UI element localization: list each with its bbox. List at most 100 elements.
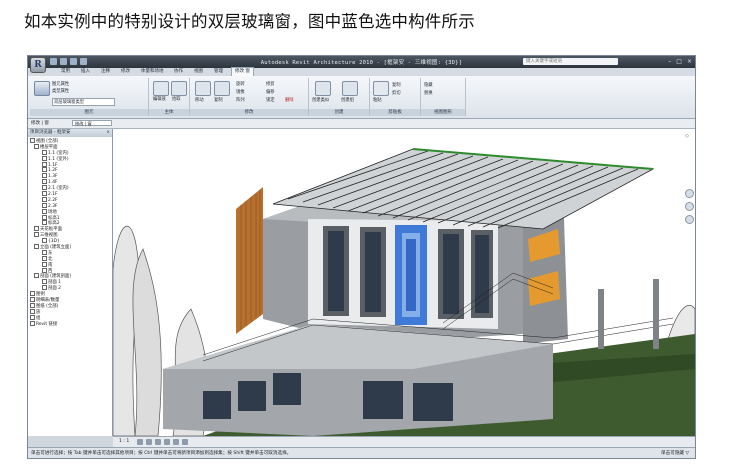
options-bar-label: 修改 | 窗 [31,121,49,126]
tab-home[interactable]: 常用 [58,68,73,76]
expand-toggle-icon[interactable] [34,226,39,232]
create-similar-icon[interactable] [315,81,331,96]
paste-button[interactable]: 粘贴 [373,97,382,103]
mirror-button[interactable]: 镜像 [236,89,245,95]
orbit-icon[interactable] [685,215,694,224]
detail-level-icon[interactable] [137,439,143,445]
expand-toggle-icon[interactable] [42,155,47,161]
create-similar-button[interactable]: 创建类似 [312,97,329,103]
offset-button[interactable]: 偏移 [266,89,275,95]
expand-toggle-icon[interactable] [42,261,47,267]
move-icon[interactable] [195,81,211,96]
cut-button[interactable]: 剪切 [392,90,401,96]
visual-style-icon[interactable] [146,439,152,445]
tab-view[interactable]: 视图 [191,68,206,76]
move-button[interactable]: 移动 [195,97,204,103]
viewcube-icon[interactable]: ◇ [685,133,689,139]
element-properties-button[interactable]: 图元属性 [52,81,69,87]
selected-double-glazed-window [395,225,427,325]
panel-title-element: 图元 [30,109,148,116]
pick-host-button[interactable]: 拾取 [172,96,181,102]
zoom-icon[interactable] [685,202,694,211]
expand-toggle-icon[interactable] [42,267,47,273]
tab-annotate[interactable]: 注释 [98,68,113,76]
panel-title-create: 创建 [309,109,369,116]
browser-tree-item[interactable]: Revit 链接 [28,320,112,327]
expand-toggle-icon[interactable] [42,196,47,202]
expand-toggle-icon[interactable] [34,244,39,250]
expand-toggle-icon[interactable] [42,220,47,226]
create-group-icon[interactable] [342,81,358,96]
tab-collaborate[interactable]: 协作 [171,68,186,76]
expand-toggle-icon[interactable] [34,232,39,238]
trim-button[interactable]: 修剪 [266,81,275,87]
array-button[interactable]: 阵列 [236,97,245,103]
shadows-icon[interactable] [155,439,161,445]
copy-button[interactable]: 复制 [214,97,223,103]
type-selector[interactable]: 双层玻璃窗类型 [52,98,115,106]
rotate-button[interactable]: 旋转 [236,81,245,87]
pick-host-icon[interactable] [171,81,187,96]
expand-toggle-icon[interactable] [42,255,47,261]
expand-toggle-icon[interactable] [42,208,47,214]
expand-toggle-icon[interactable] [42,202,47,208]
expand-toggle-icon[interactable] [42,238,47,244]
tab-modify[interactable]: 修改 [118,68,133,76]
expand-toggle-icon[interactable] [30,302,35,308]
tab-manage[interactable]: 管理 [211,68,226,76]
reveal-hidden-icon[interactable] [182,439,188,445]
close-icon[interactable]: × [106,129,110,137]
expand-toggle-icon[interactable] [30,297,35,303]
minimize-button[interactable]: – [668,58,671,65]
browser-tree-item-label: 族 [36,309,41,315]
expand-toggle-icon[interactable] [42,161,47,167]
expand-toggle-icon[interactable] [42,149,47,155]
clipboard-copy-button[interactable]: 复制 [392,82,401,88]
edit-family-button[interactable]: 编辑族 [153,96,166,102]
lock-button[interactable]: 锁定 [266,97,275,103]
expand-toggle-icon[interactable] [42,167,47,173]
expand-toggle-icon[interactable] [30,314,35,320]
expand-toggle-icon[interactable] [42,249,47,255]
expand-toggle-icon[interactable] [34,143,39,149]
search-input[interactable]: 键入关键字或短语 [523,58,618,65]
element-properties-icon[interactable] [34,81,50,96]
expand-toggle-icon[interactable] [42,179,47,185]
expand-toggle-icon[interactable] [42,279,47,285]
edit-family-icon[interactable] [153,81,169,96]
3d-viewport[interactable]: ◇ [113,129,695,436]
view-scale[interactable]: 1 : 1 [119,437,129,447]
expand-toggle-icon[interactable] [42,173,47,179]
maximize-button[interactable]: □ [676,58,682,65]
browser-tree-item-label: 场地 [48,209,57,215]
panel-host: 编辑族 拾取 主体 [149,78,190,116]
expand-toggle-icon[interactable] [30,291,35,297]
tab-insert[interactable]: 插入 [78,68,93,76]
options-bar-field[interactable]: 修改 | 窗 [72,120,112,126]
expand-toggle-icon[interactable] [42,285,47,291]
steering-wheel-icon[interactable] [685,189,694,198]
type-properties-button[interactable]: 类型属性 [52,88,69,94]
status-filter[interactable]: 单击可隐藏 ▽ [661,448,689,458]
override-button[interactable]: 替换 [424,90,433,96]
copy-icon[interactable] [214,81,230,96]
expand-toggle-icon[interactable] [42,214,47,220]
application-menu-button[interactable]: R [30,57,46,73]
crop-view-icon[interactable] [164,439,170,445]
delete-button[interactable]: 删除 [285,97,294,103]
expand-toggle-icon[interactable] [30,308,35,314]
browser-tree-item-label: 南 [48,262,53,268]
expand-toggle-icon[interactable] [30,138,35,143]
temporary-hide-icon[interactable] [173,439,179,445]
create-group-button[interactable]: 创建组 [341,97,354,103]
expand-toggle-icon[interactable] [42,191,47,197]
expand-toggle-icon[interactable] [34,273,39,279]
expand-toggle-icon[interactable] [42,185,47,191]
hide-button[interactable]: 隐藏 [424,82,433,88]
expand-toggle-icon[interactable] [30,320,35,326]
paste-icon[interactable] [373,81,389,96]
caption-text: 如本实例中的特别设计的双层玻璃窗，图中蓝色选中构件所示 [24,12,475,31]
close-button[interactable]: × [687,58,692,65]
tab-massing-site[interactable]: 体量和场地 [138,68,167,76]
panel-element: 图元属性 类型属性 双层玻璃窗类型 图元 [30,78,149,116]
